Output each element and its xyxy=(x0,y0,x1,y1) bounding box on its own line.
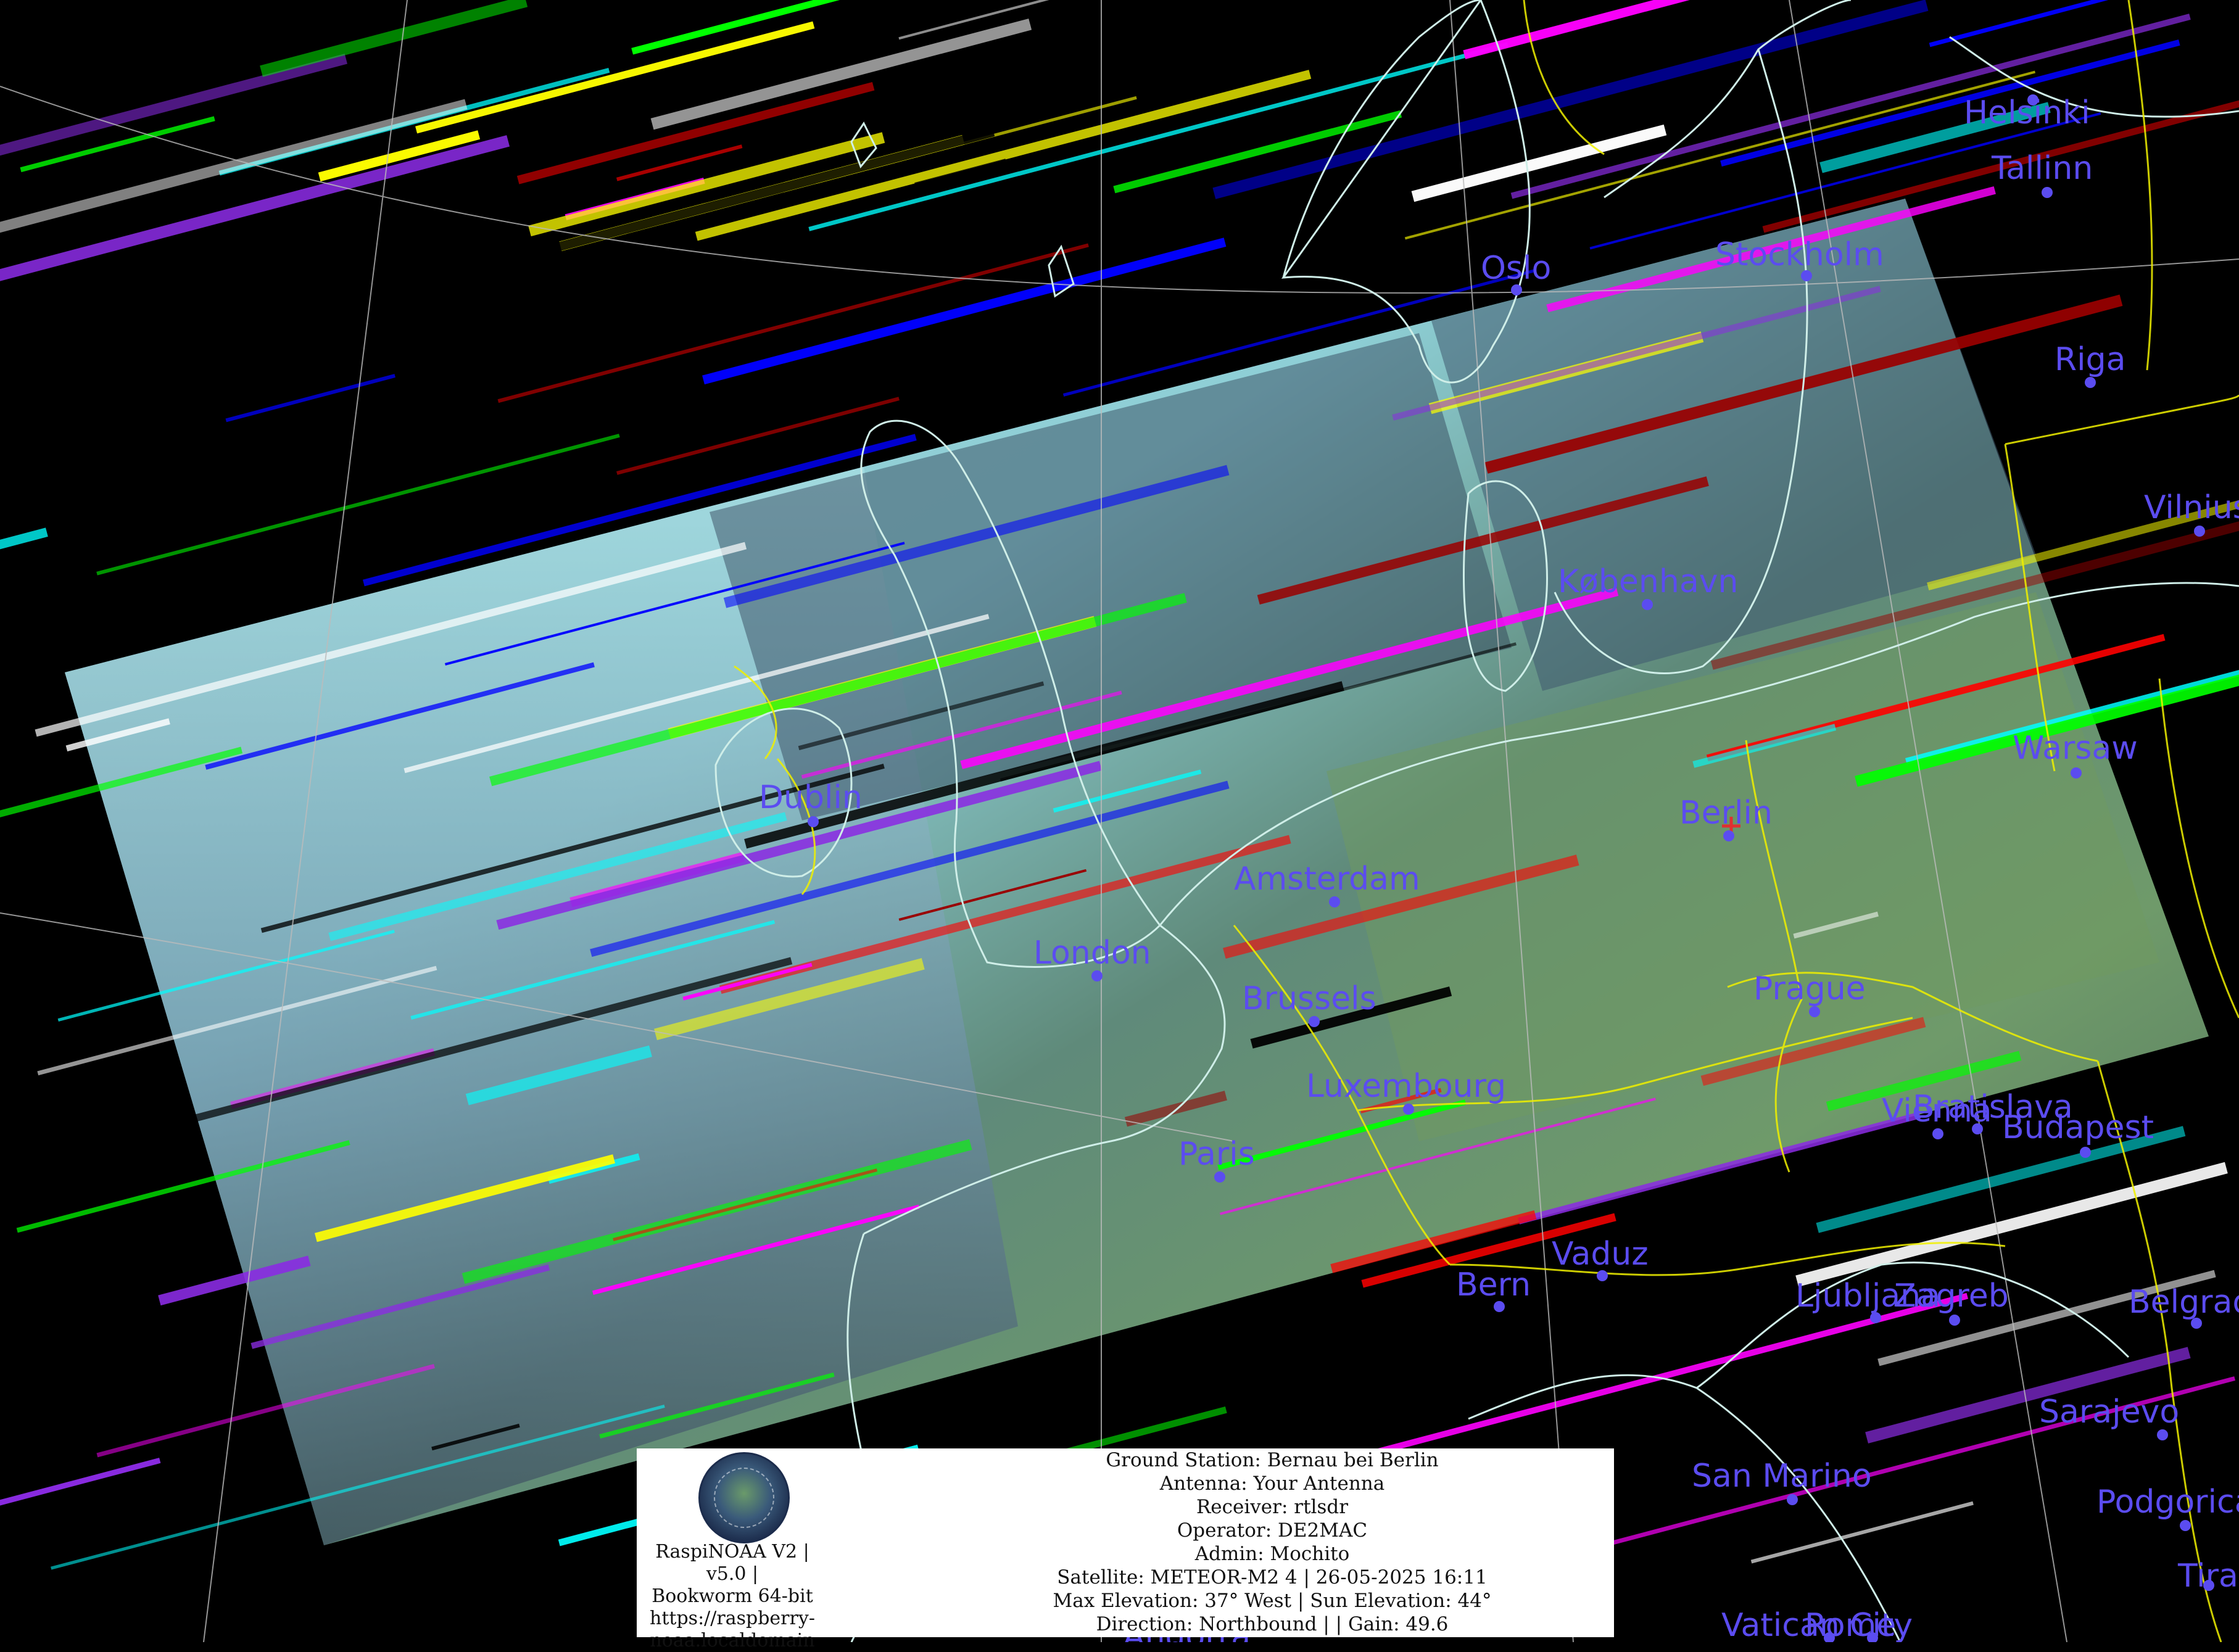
city-label: Rome xyxy=(1805,1607,1896,1642)
city-dot xyxy=(1329,896,1340,907)
operator-text: Operator: DE2MAC xyxy=(1177,1519,1368,1542)
satellite-map: Helsinki Tallinn Stockholm Oslo Riga Vilnius K… xyxy=(0,0,2239,1642)
receiver-text: Receiver: rtlsdr xyxy=(1196,1496,1349,1518)
city-dot xyxy=(1949,1315,1960,1326)
software-line: RaspiNOAA V2 | v5.0 | xyxy=(655,1541,809,1585)
city-label: Stockholm xyxy=(1715,236,1884,273)
raspinoaa-logo xyxy=(698,1452,790,1543)
city-label: Berlin xyxy=(1679,795,1773,832)
city-dot xyxy=(2042,187,2053,198)
city-dot xyxy=(2080,1147,2091,1158)
software-line: Bookworm 64-bit xyxy=(652,1585,813,1607)
city-dot xyxy=(1642,599,1653,610)
admin-text: Admin: Mochito xyxy=(1194,1543,1350,1565)
elevation-text: Max Elevation: 37° West | Sun Elevation:… xyxy=(1053,1590,1492,1612)
city-label: Helsinki xyxy=(1964,94,2090,131)
city-label: Budapest xyxy=(2002,1109,2154,1146)
city-label: Vaduz xyxy=(1552,1236,1649,1273)
software-line: https://raspberry- xyxy=(650,1608,815,1629)
city-dot xyxy=(1932,1128,1943,1139)
city-label: Sarajevo xyxy=(2039,1394,2179,1431)
software-info: RaspiNOAA V2 | v5.0 | Bookworm 64-bit ht… xyxy=(637,1541,828,1652)
city-label: London xyxy=(1033,935,1151,972)
city-dot xyxy=(1723,830,1734,841)
station-info: Ground Station: Bernau bei Berlin Antenn… xyxy=(933,1448,1612,1636)
city-label: Dublin xyxy=(759,779,863,816)
city-dot xyxy=(2157,1429,2168,1440)
city-label: Riga xyxy=(2055,341,2125,378)
city-label: København xyxy=(1558,563,1738,600)
city-dot xyxy=(2085,377,2096,388)
antenna-text: Antenna: Your Antenna xyxy=(1159,1472,1385,1495)
ground-station-text: Ground Station: Bernau bei Berlin xyxy=(1106,1449,1439,1471)
city-label: Podgorica xyxy=(2096,1484,2239,1521)
city-label: Paris xyxy=(1178,1136,1255,1173)
city-dot xyxy=(1091,970,1103,981)
info-box: RaspiNOAA V2 | v5.0 | Bookworm 64-bit ht… xyxy=(637,1448,1614,1651)
city-label: Amsterdam xyxy=(1234,861,1420,898)
city-dot xyxy=(1787,1494,1798,1505)
city-label: Tallinn xyxy=(1991,150,2093,187)
city-label: Tirana xyxy=(2177,1558,2239,1595)
city-label: Bern xyxy=(1456,1266,1531,1303)
direction-text: Direction: Northbound | | Gain: 49.6 xyxy=(1096,1613,1449,1635)
software-line: noaa.localdomain xyxy=(650,1630,815,1651)
satellite-text: Satellite: METEOR-M2 4 | 26-05-2025 16:1… xyxy=(1057,1566,1488,1588)
city-dot xyxy=(1809,1006,1820,1017)
city-label: Vilnius xyxy=(2144,489,2239,526)
city-dot xyxy=(2071,767,2082,779)
city-label: Belgrade xyxy=(2129,1284,2239,1321)
city-dot xyxy=(2194,526,2205,537)
city-label: Brussels xyxy=(1242,980,1376,1017)
city-label: Zagreb xyxy=(1894,1278,2009,1315)
city-label: Warsaw xyxy=(2013,730,2138,767)
city-dot xyxy=(1403,1104,1414,1115)
city-dot xyxy=(1214,1171,1225,1183)
city-dot xyxy=(1309,1016,1320,1027)
city-label: Prague xyxy=(1753,970,1866,1007)
city-label: San Marino xyxy=(1692,1458,1872,1495)
city-dot xyxy=(2180,1520,2191,1531)
city-label: Luxembourg xyxy=(1306,1068,1506,1105)
city-dot xyxy=(808,816,819,827)
city-label: Oslo xyxy=(1481,250,1551,287)
